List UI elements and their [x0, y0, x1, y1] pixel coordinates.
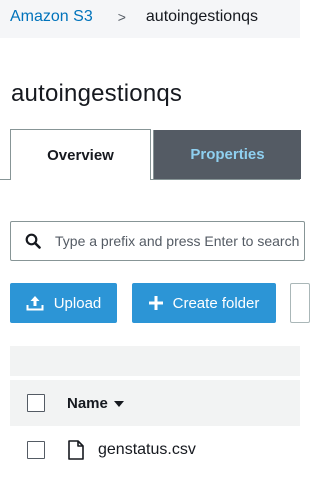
- search-box: [10, 221, 305, 261]
- row-checkbox[interactable]: [27, 441, 45, 459]
- select-all-checkbox[interactable]: [27, 394, 45, 412]
- file-icon: [68, 440, 84, 465]
- breadcrumb: Amazon S3 > autoingestionqs: [10, 6, 258, 28]
- file-name-link[interactable]: genstatus.csv: [98, 441, 196, 459]
- search-input[interactable]: [55, 233, 304, 249]
- create-folder-button[interactable]: Create folder: [132, 283, 276, 323]
- table-toolbar-strip: [10, 346, 300, 376]
- breadcrumb-current: autoingestionqs: [145, 8, 258, 25]
- upload-label: Upload: [53, 294, 102, 312]
- table-row: genstatus.csv: [10, 428, 300, 472]
- sort-descending-icon: [113, 400, 124, 407]
- tab-overview[interactable]: Overview: [10, 129, 151, 180]
- active-tab-indicator: [11, 179, 150, 180]
- tab-properties[interactable]: Properties: [153, 130, 301, 179]
- upload-icon: [26, 295, 44, 311]
- table-header-row: Name: [10, 380, 300, 426]
- create-folder-label: Create folder: [172, 294, 260, 312]
- upload-button[interactable]: Upload: [10, 283, 117, 323]
- column-header-name[interactable]: Name: [67, 395, 124, 412]
- page-title: autoingestionqs: [11, 80, 183, 107]
- column-header-name-label: Name: [67, 395, 108, 412]
- actions-button[interactable]: [290, 283, 310, 323]
- tab-bar: Overview Properties: [0, 129, 301, 181]
- search-icon: [11, 233, 55, 249]
- plus-icon: [148, 296, 163, 310]
- breadcrumb-separator: >: [117, 9, 126, 25]
- breadcrumb-root-link[interactable]: Amazon S3: [10, 8, 93, 26]
